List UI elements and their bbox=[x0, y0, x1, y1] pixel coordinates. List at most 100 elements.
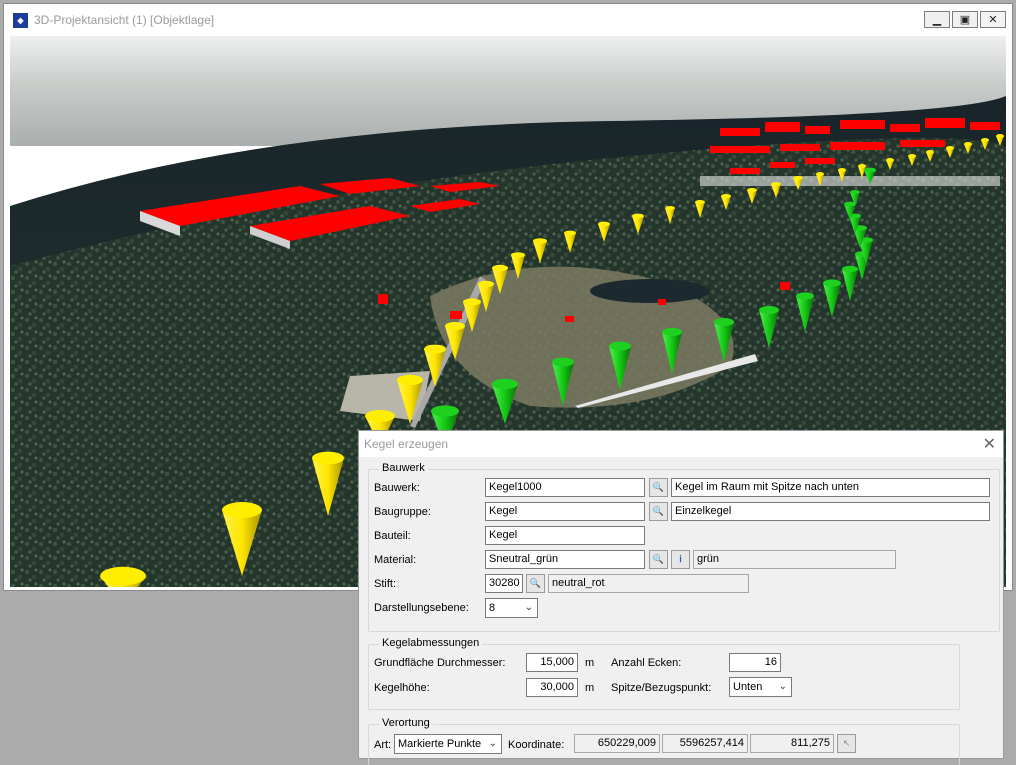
cone-marker-top bbox=[609, 341, 631, 351]
cone-marker-top bbox=[850, 190, 860, 194]
cone-marker-top bbox=[747, 188, 757, 192]
cone-marker-top bbox=[662, 328, 682, 336]
minimize-button[interactable]: ▁ bbox=[924, 11, 950, 28]
dialog-title: Kegel erzeugen bbox=[364, 437, 449, 451]
cone-marker-top bbox=[100, 566, 146, 586]
cone-marker-top bbox=[926, 150, 934, 154]
chevron-down-icon: ⌄ bbox=[488, 738, 497, 749]
cone-marker-top bbox=[222, 502, 262, 518]
baugruppe-description[interactable]: Einzelkegel bbox=[671, 502, 990, 521]
window-title: 3D-Projektansicht (1) [Objektlage] bbox=[34, 13, 215, 27]
cone-marker-top bbox=[598, 221, 610, 227]
art-label: Art: bbox=[374, 739, 392, 751]
cone-marker-top bbox=[858, 164, 866, 168]
koordinate-label: Koordinate: bbox=[508, 739, 565, 751]
bauwerk-search-button[interactable]: 🔍 bbox=[649, 478, 668, 497]
material-description: grün bbox=[693, 550, 896, 569]
material-input[interactable]: Sneutral_grün bbox=[485, 550, 645, 569]
close-button[interactable]: ✕ bbox=[980, 11, 1006, 28]
stift-input[interactable]: 30280 bbox=[485, 574, 523, 593]
cone-marker-top bbox=[908, 154, 916, 158]
material-label: Material: bbox=[374, 554, 417, 566]
bauteil-label: Bauteil: bbox=[374, 530, 411, 542]
search-icon: 🔍 bbox=[529, 578, 542, 588]
cone-marker-top bbox=[823, 279, 841, 287]
durchmesser-unit: m bbox=[585, 657, 595, 669]
window-titlebar[interactable]: ◈ 3D-Projektansicht (1) [Objektlage] ▁ ▣… bbox=[4, 4, 1012, 36]
cone-marker-top bbox=[552, 357, 574, 367]
baugruppe-input[interactable]: Kegel bbox=[485, 502, 645, 521]
durchmesser-label: Grundfläche Durchmesser: bbox=[374, 657, 506, 669]
cone-marker-top bbox=[445, 322, 465, 330]
verortung-group-label: Verortung bbox=[379, 717, 433, 729]
bauteil-input[interactable]: Kegel bbox=[485, 526, 645, 545]
cone-marker-top bbox=[759, 306, 779, 314]
anzahl-ecken-label: Anzahl Ecken: bbox=[611, 657, 682, 669]
bauwerk-label: Bauwerk: bbox=[374, 482, 420, 494]
info-icon: ⅰ bbox=[679, 554, 682, 564]
material-search-button[interactable]: 🔍 bbox=[649, 550, 668, 569]
koordinate-x: 650229,009 bbox=[574, 734, 660, 753]
durchmesser-input[interactable]: 15,000 bbox=[526, 653, 578, 672]
darstellungsebene-value: 8 bbox=[489, 602, 496, 614]
baugruppe-label: Baugruppe: bbox=[374, 506, 431, 518]
chevron-down-icon: ⌄ bbox=[778, 681, 787, 692]
art-select[interactable]: Markierte Punkte ⌄ bbox=[394, 734, 502, 754]
kegelabmessungen-group-label: Kegelabmessungen bbox=[379, 637, 483, 649]
cone-marker-top bbox=[397, 374, 423, 386]
stift-label: Stift: bbox=[374, 578, 397, 590]
kegelhoehe-input[interactable]: 30,000 bbox=[526, 678, 578, 697]
cone-marker-top bbox=[946, 146, 954, 150]
cone-marker-top bbox=[838, 168, 846, 172]
stift-search-button[interactable]: 🔍 bbox=[526, 574, 545, 593]
bauwerk-description[interactable]: Kegel im Raum mit Spitze nach unten bbox=[671, 478, 990, 497]
koordinate-z: 811,275 bbox=[750, 734, 834, 753]
cone-marker-top bbox=[424, 344, 446, 354]
cone-marker-top bbox=[365, 410, 395, 422]
kegelhoehe-label: Kegelhöhe: bbox=[374, 682, 430, 694]
cone-marker-top bbox=[886, 158, 894, 162]
cone-marker-top bbox=[492, 264, 508, 272]
cone-marker-top bbox=[564, 230, 576, 236]
cone-marker-top bbox=[463, 298, 481, 306]
bauwerk-input[interactable]: Kegel1000 bbox=[485, 478, 645, 497]
kegelabmessungen-group: Kegelabmessungen bbox=[368, 637, 960, 710]
cone-marker-top bbox=[981, 138, 989, 142]
stift-description: neutral_rot bbox=[548, 574, 749, 593]
darstellungsebene-select[interactable]: 8 ⌄ bbox=[485, 598, 538, 618]
search-icon: 🔍 bbox=[652, 482, 665, 492]
cone-marker-top bbox=[665, 206, 675, 210]
material-info-button[interactable]: ⅰ bbox=[671, 550, 690, 569]
cone-marker-top bbox=[796, 292, 814, 300]
cursor-icon: ↖ bbox=[842, 738, 851, 748]
cone-marker-top bbox=[478, 280, 494, 288]
kegelhoehe-unit: m bbox=[585, 682, 595, 694]
spitze-label: Spitze/Bezugspunkt: bbox=[611, 682, 712, 694]
cone-marker-top bbox=[312, 451, 344, 465]
darstellungsebene-label: Darstellungsebene: bbox=[374, 602, 469, 614]
spitze-select[interactable]: Unten ⌄ bbox=[729, 677, 792, 697]
cone-marker-top bbox=[431, 405, 459, 417]
search-icon: 🔍 bbox=[652, 506, 665, 516]
cone-marker-top bbox=[864, 167, 876, 173]
baugruppe-search-button[interactable]: 🔍 bbox=[649, 502, 668, 521]
dialog-titlebar[interactable]: Kegel erzeugen ✕ bbox=[359, 431, 1003, 457]
cone-marker-top bbox=[511, 252, 525, 258]
app-logo-icon: ◈ bbox=[13, 13, 28, 28]
cone-marker-top bbox=[771, 182, 781, 186]
search-icon: 🔍 bbox=[652, 554, 665, 564]
anzahl-ecken-input[interactable]: 16 bbox=[729, 653, 781, 672]
art-value: Markierte Punkte bbox=[398, 738, 482, 750]
cone-marker-top bbox=[816, 172, 824, 176]
cone-marker-top bbox=[714, 318, 734, 326]
pick-point-button[interactable]: ↖ bbox=[837, 734, 856, 753]
cone-marker-top bbox=[964, 142, 972, 146]
cone-marker-top bbox=[842, 265, 858, 273]
kegel-erzeugen-dialog: Kegel erzeugen ✕ Bauwerk Bauwerk: Kegel1… bbox=[358, 430, 1004, 765]
cone-marker-top bbox=[793, 176, 803, 180]
cone-marker-top bbox=[721, 194, 731, 198]
koordinate-y: 5596257,414 bbox=[662, 734, 748, 753]
maximize-button[interactable]: ▣ bbox=[952, 11, 978, 28]
chevron-down-icon: ⌄ bbox=[524, 602, 533, 613]
dialog-close-button[interactable]: ✕ bbox=[983, 434, 996, 454]
